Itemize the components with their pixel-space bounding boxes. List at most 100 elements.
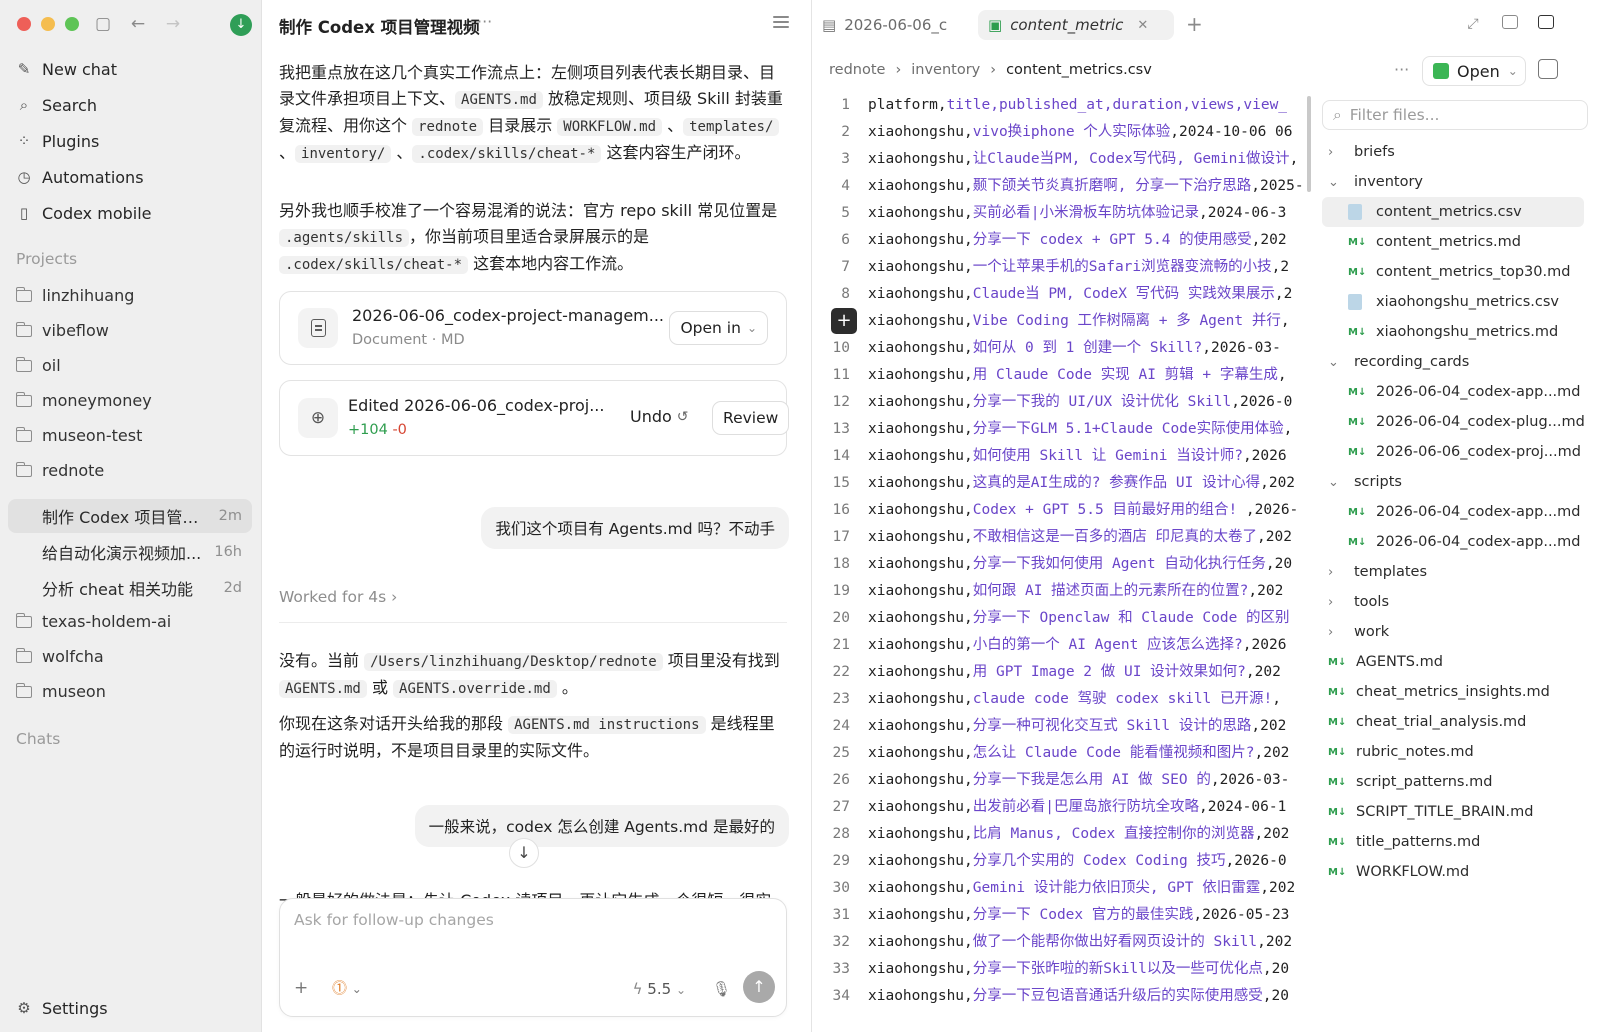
markdown-icon: M↓ — [1348, 536, 1367, 548]
project-rednote[interactable]: rednote — [15, 461, 104, 480]
tree-folder[interactable]: ⌄ recording_cards — [1322, 347, 1584, 377]
code-line: 9xiaohongshu,Vibe Coding 工作树隔离 + 多 Agent… — [812, 308, 1307, 335]
panel-right-icon[interactable] — [1538, 15, 1554, 29]
project-moneymoney[interactable]: moneymoney — [15, 391, 152, 410]
chat-item[interactable]: 分析 cheat 相关功能 2d — [8, 571, 252, 605]
send-button[interactable]: ↑ — [743, 971, 775, 1003]
code-line: 8 xiaohongshu,Claude当 PM, CodeX 写代码 实践效果展… — [812, 281, 1307, 308]
undo-button[interactable]: Undo ↺ — [630, 407, 689, 426]
maximize-window-button[interactable] — [65, 17, 79, 31]
code-line: 6 xiaohongshu,分享一下 codex + GPT 5.4 的使用感受,… — [812, 227, 1307, 254]
tab-content-metrics[interactable]: ▣ content_metric ✕ — [978, 10, 1174, 40]
review-button[interactable]: Review — [712, 401, 790, 435]
expand-icon[interactable]: ⤢ — [1462, 13, 1484, 35]
project-texas-holdem-ai[interactable]: texas-holdem-ai — [15, 612, 171, 631]
automations-label: Automations — [42, 167, 144, 187]
chat-item[interactable]: 给自动化演示视频加... 16h — [8, 535, 252, 569]
tree-folder[interactable]: ⌄ scripts — [1322, 467, 1584, 497]
tree-file[interactable]: M↓ title_patterns.md — [1322, 827, 1584, 857]
tree-folder[interactable]: › work — [1322, 617, 1584, 647]
markdown-icon: M↓ — [1348, 266, 1367, 278]
search-button[interactable]: ⌕ Search — [16, 92, 97, 118]
file-card[interactable]: 2026-06-06_codex-project-managem... Docu… — [279, 291, 787, 365]
project-museon[interactable]: museon — [15, 682, 106, 701]
folder-icon — [15, 321, 32, 337]
tree-folder[interactable]: › templates — [1322, 557, 1584, 587]
folder-icon — [15, 647, 32, 663]
forward-arrow-icon[interactable]: → — [162, 13, 184, 35]
inline-code: inventory/ — [295, 145, 392, 163]
project-vibeflow[interactable]: vibeflow — [15, 321, 109, 340]
assistant-paragraph: 你现在这条对话开头给我的那段 AGENTS.md instructions 是线… — [279, 714, 775, 760]
tree-file[interactable]: M↓ SCRIPT_TITLE_BRAIN.md — [1322, 797, 1584, 827]
tree-file[interactable]: M↓ xiaohongshu_metrics.md — [1322, 317, 1584, 347]
tree-label: tools — [1354, 594, 1390, 610]
folder-icon — [15, 391, 32, 407]
tab-document[interactable]: ▤ 2026-06-06_c — [812, 10, 972, 40]
chat-item-active[interactable]: 制作 Codex 项目管理... 2m — [8, 499, 252, 533]
tree-file[interactable]: M↓ rubric_notes.md — [1322, 737, 1584, 767]
worked-for-toggle[interactable]: Worked for 4s › — [279, 588, 397, 606]
project-wolfcha[interactable]: wolfcha — [15, 647, 104, 666]
tree-file[interactable]: M↓ 2026-06-04_codex-app...md — [1322, 377, 1584, 407]
scrollbar[interactable] — [1307, 96, 1311, 192]
project-linzhihuang[interactable]: linzhihuang — [15, 286, 134, 305]
toggle-sidebar-icon[interactable]: ▢ — [92, 13, 114, 35]
back-arrow-icon[interactable]: ← — [127, 13, 149, 35]
tree-file[interactable]: M↓ script_patterns.md — [1322, 767, 1584, 797]
tree-file[interactable]: M↓ AGENTS.md — [1322, 647, 1584, 677]
composer[interactable]: Ask for follow-up changes + ⓵ ⌄ ϟ 5.5 ⌄ … — [279, 898, 787, 1017]
tree-file[interactable]: xiaohongshu_metrics.csv — [1322, 287, 1584, 317]
project-oil[interactable]: oil — [15, 356, 61, 375]
close-tab-icon[interactable]: ✕ — [1137, 18, 1148, 33]
tree-file[interactable]: M↓ content_metrics.md — [1322, 227, 1584, 257]
codex-mobile-button[interactable]: ▯ Codex mobile — [16, 200, 152, 226]
close-window-button[interactable] — [17, 17, 31, 31]
tree-file[interactable]: content_metrics.csv — [1322, 197, 1584, 227]
automations-button[interactable]: ◷ Automations — [16, 164, 144, 190]
settings-button[interactable]: ⚙ Settings — [16, 995, 107, 1021]
tree-file[interactable]: M↓ WORKFLOW.md — [1322, 857, 1584, 887]
tree-folder[interactable]: › tools — [1322, 587, 1584, 617]
folder-icon — [15, 682, 32, 698]
chevron-down-icon: ⌄ — [1328, 174, 1339, 190]
code-view[interactable]: 1 platform,title,published_at,duration,vi… — [812, 92, 1312, 1032]
filter-files-input[interactable]: ⌕ Filter files... — [1322, 100, 1588, 130]
plugins-button[interactable]: ⁘ Plugins — [16, 128, 100, 154]
composer-placeholder: Ask for follow-up changes — [294, 911, 494, 929]
plus-icon[interactable]: + — [294, 978, 308, 998]
breadcrumb-item[interactable]: rednote — [829, 62, 885, 78]
microphone-icon[interactable]: 🎙 — [712, 980, 731, 998]
minimize-window-button[interactable] — [41, 17, 55, 31]
user-message: 我们这个项目有 Agents.md 吗？不动手 — [481, 507, 789, 549]
tree-file[interactable]: M↓ 2026-06-04_codex-app...md — [1322, 527, 1584, 557]
open-in-button[interactable]: Open in ⌄ — [669, 311, 768, 345]
inline-code: AGENTS.override.md — [393, 680, 557, 698]
project-museon-test[interactable]: museon-test — [15, 426, 142, 445]
new-chat-button[interactable]: ✎ New chat — [16, 56, 117, 82]
more-options-icon[interactable]: ··· — [1394, 60, 1409, 79]
outline-icon[interactable] — [773, 16, 789, 30]
tree-file[interactable]: M↓ content_metrics_top30.md — [1322, 257, 1584, 287]
tree-label: content_metrics_top30.md — [1376, 264, 1571, 280]
download-icon[interactable]: ↓ — [230, 14, 252, 36]
permission-icon[interactable]: ⓵ ⌄ — [332, 977, 362, 998]
more-options-icon[interactable]: ··· — [477, 12, 492, 31]
tree-folder[interactable]: ⌄ inventory — [1322, 167, 1584, 197]
tree-file[interactable]: M↓ 2026-06-04_codex-app...md — [1322, 497, 1584, 527]
model-selector[interactable]: ϟ 5.5 ⌄ — [633, 980, 686, 998]
project-label: oil — [42, 356, 61, 375]
tree-file[interactable]: M↓ cheat_trial_analysis.md — [1322, 707, 1584, 737]
code-line: 22 xiaohongshu,用 GPT Image 2 做 UI 设计效果如何?… — [812, 659, 1307, 686]
new-tab-icon[interactable]: + — [1186, 12, 1203, 36]
tree-folder[interactable]: › briefs — [1322, 137, 1584, 167]
add-comment-icon[interactable]: + — [831, 308, 857, 334]
tree-file[interactable]: M↓ cheat_metrics_insights.md — [1322, 677, 1584, 707]
tree-file[interactable]: M↓ 2026-06-06_codex-proj...md — [1322, 437, 1584, 467]
scroll-down-button[interactable]: ↓ — [509, 838, 539, 868]
open-button[interactable]: Open ⌄ — [1422, 56, 1526, 86]
tree-file[interactable]: M↓ 2026-06-04_codex-plug...md — [1322, 407, 1584, 437]
panel-bottom-icon[interactable] — [1502, 15, 1518, 29]
breadcrumb-item[interactable]: inventory — [911, 62, 980, 78]
copy-icon[interactable] — [1538, 59, 1558, 79]
